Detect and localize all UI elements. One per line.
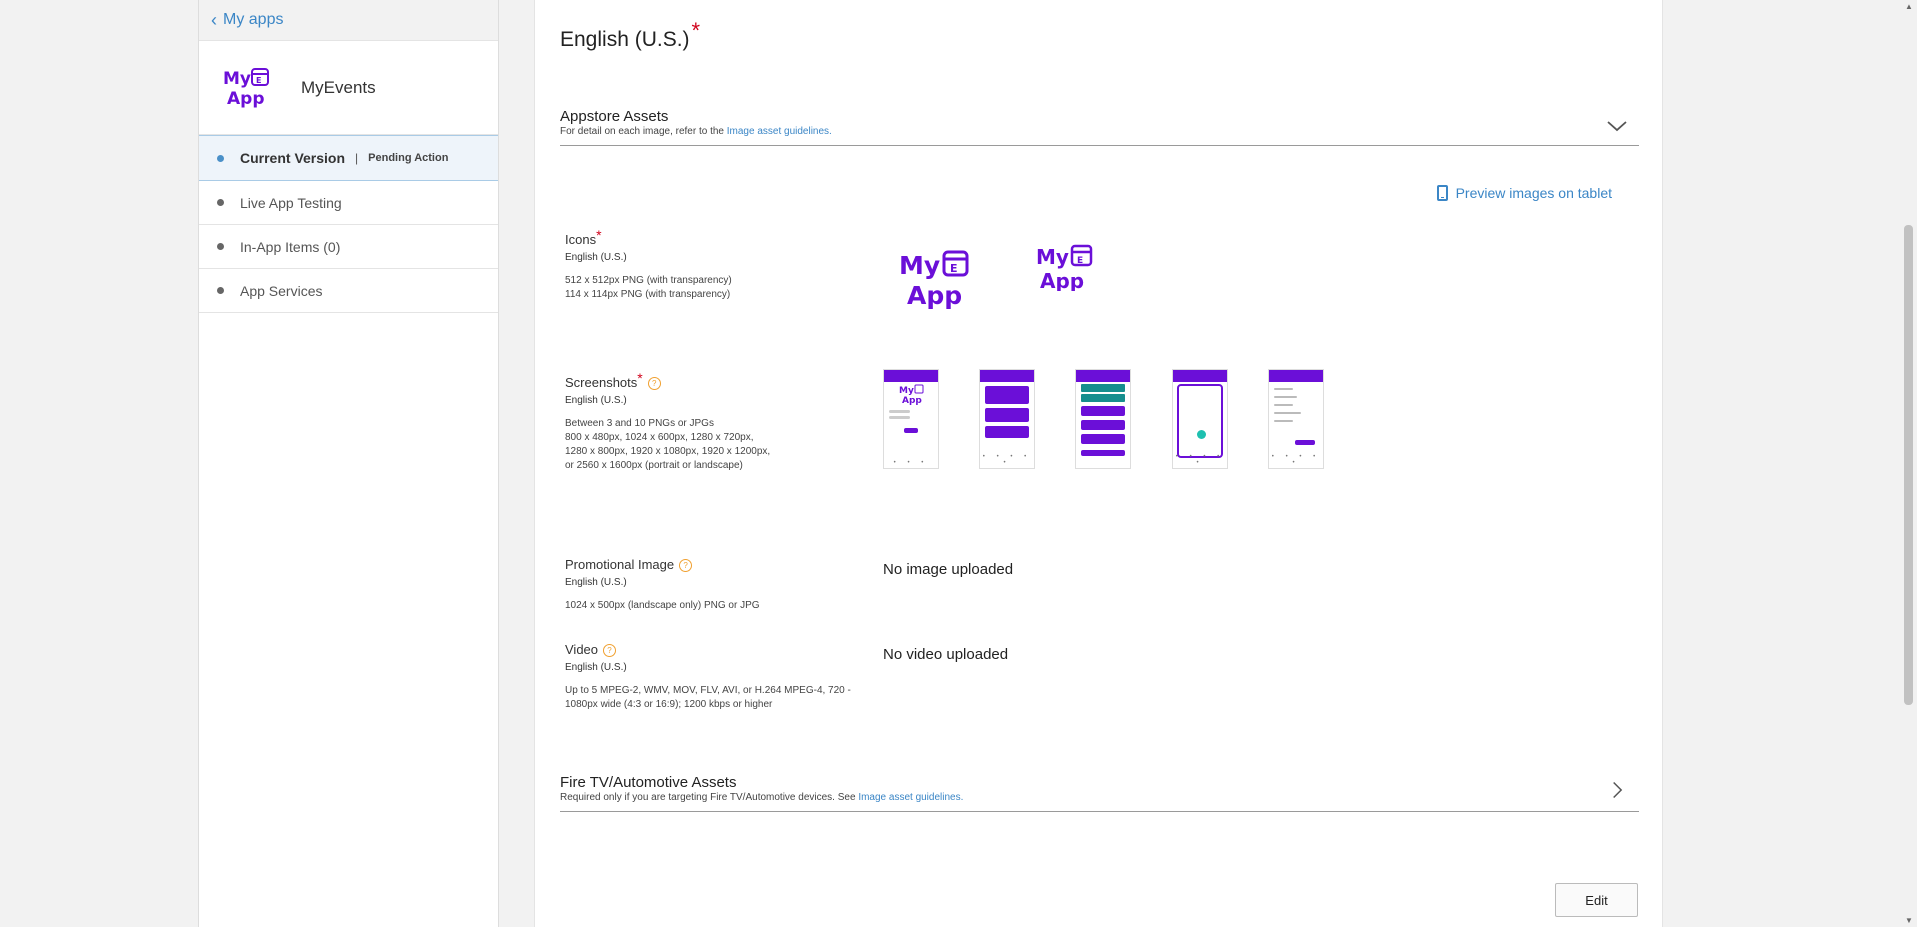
section-description: Required only if you are targeting Fire …	[560, 792, 1639, 803]
preview-link-label: Preview images on tablet	[1455, 185, 1612, 201]
asset-spec: Up to 5 MPEG-2, WMV, MOV, FLV, AVI, or H…	[565, 684, 865, 712]
back-label: My apps	[223, 11, 284, 28]
image-asset-guidelines-link[interactable]: Image asset guidelines.	[727, 126, 832, 137]
section-title: Fire TV/Automotive Assets	[560, 774, 737, 791]
description-text: Required only if you are targeting Fire …	[560, 792, 856, 803]
asset-name-text: Promotional Image	[565, 557, 675, 572]
no-video-message: No video uploaded	[883, 646, 1009, 663]
screenshot-thumbnail[interactable]: • • • • •	[1268, 369, 1324, 469]
section-description: For detail on each image, refer to the I…	[560, 126, 1639, 137]
asset-name: Promotional Image?	[565, 557, 865, 573]
image-asset-guidelines-link[interactable]: Image asset guidelines.	[858, 792, 963, 803]
asset-language: English (U.S.)	[565, 252, 627, 263]
spec-line: or 2560 x 1600px (portrait or landscape)	[565, 460, 743, 472]
scrollbar[interactable]: ▲ ▼	[1900, 0, 1917, 927]
back-to-my-apps-link[interactable]: ‹ My apps	[199, 0, 498, 41]
asset-name: Screenshots*?	[565, 370, 865, 391]
asset-language: English (U.S.)	[565, 577, 627, 589]
sidebar-item-current-version[interactable]: Current Version | Pending Action	[199, 135, 498, 181]
required-marker: *	[596, 227, 602, 243]
spec-line: Up to 5 MPEG-2, WMV, MOV, FLV, AVI, or H…	[565, 685, 851, 697]
scroll-up-icon[interactable]: ▲	[1905, 2, 1913, 11]
asset-name: Icons*	[565, 227, 865, 247]
spec-line: 1280 x 800px, 1920 x 1080px, 1920 x 1200…	[565, 446, 771, 458]
spec-line: 512 x 512px PNG (with transparency)	[565, 275, 732, 286]
asset-name-text: Video	[565, 642, 599, 657]
asset-language: English (U.S.)	[565, 662, 627, 674]
status-label: Pending Action	[368, 152, 449, 164]
screenshot-thumbnail[interactable]	[1075, 369, 1131, 469]
sidebar: ‹ My apps My E App MyEvents Current Vers…	[198, 0, 499, 927]
sidebar-item-in-app-items[interactable]: In-App Items (0)	[199, 225, 498, 269]
screenshots-row: Screenshots*? English (U.S.) Between 3 a…	[565, 370, 865, 473]
large-app-icon[interactable]: My E App	[897, 248, 973, 310]
svg-text:E: E	[256, 76, 261, 85]
video-row: Video? English (U.S.) Up to 5 MPEG-2, WM…	[565, 642, 865, 712]
page-title-text: English (U.S.)	[560, 28, 690, 51]
bullet-dot	[217, 243, 224, 250]
svg-text:My: My	[1036, 245, 1069, 269]
description-text: For detail on each image, refer to the	[560, 126, 724, 137]
app-logo: My E App	[221, 66, 273, 110]
appstore-assets-header[interactable]: Appstore Assets For detail on each image…	[560, 108, 1639, 146]
section-title: Appstore Assets	[560, 108, 669, 125]
no-image-message: No image uploaded	[883, 561, 1014, 578]
svg-text:E: E	[950, 262, 958, 275]
asset-name: Video?	[565, 642, 865, 658]
spec-line: Between 3 and 10 PNGs or JPGs	[565, 418, 714, 430]
required-marker: *	[637, 370, 643, 386]
promotional-image-row: Promotional Image? English (U.S.) 1024 x…	[565, 557, 865, 613]
bullet-dot	[217, 154, 224, 162]
scroll-down-icon[interactable]: ▼	[1905, 916, 1913, 925]
screenshot-thumbnail[interactable]: • • • • •	[979, 369, 1035, 469]
main-panel: English (U.S.)* Appstore Assets For deta…	[534, 0, 1663, 927]
help-icon[interactable]: ?	[603, 644, 617, 658]
asset-language: English (U.S.)	[565, 395, 627, 407]
svg-text:App: App	[902, 396, 922, 406]
help-icon[interactable]: ?	[679, 559, 693, 573]
svg-text:My: My	[223, 69, 251, 89]
screenshot-thumbnail[interactable]: • • • • •	[1172, 369, 1228, 469]
small-app-icon[interactable]: My E App	[1034, 243, 1096, 291]
spec-line: 800 x 480px, 1024 x 600px, 1280 x 720px,	[565, 432, 754, 444]
svg-text:App: App	[1040, 269, 1084, 291]
sidebar-item-live-app-testing[interactable]: Live App Testing	[199, 181, 498, 225]
asset-spec: 512 x 512px PNG (with transparency) 114 …	[565, 274, 865, 302]
edit-button[interactable]: Edit	[1555, 883, 1638, 917]
spec-line: 1080px wide (4:3 or 16:9); 1200 kbps or …	[565, 699, 773, 711]
asset-spec: 1024 x 500px (landscape only) PNG or JPG	[565, 600, 760, 612]
svg-text:App: App	[907, 281, 962, 310]
app-header: My E App MyEvents	[199, 41, 498, 135]
svg-text:App: App	[227, 89, 265, 109]
required-marker: *	[691, 18, 701, 43]
firetv-assets-header[interactable]: Fire TV/Automotive Assets Required only …	[560, 774, 1639, 812]
scrollbar-thumb[interactable]	[1904, 225, 1913, 705]
page-title: English (U.S.)*	[560, 18, 700, 52]
svg-text:My: My	[899, 386, 914, 396]
asset-name-text: Screenshots	[565, 375, 638, 390]
separator: |	[355, 151, 359, 165]
help-icon[interactable]: ?	[647, 377, 661, 391]
sidebar-item-label: Current Version	[240, 150, 346, 166]
sidebar-item-app-services[interactable]: App Services	[199, 269, 498, 313]
svg-text:E: E	[1077, 256, 1083, 266]
screenshot-thumbnail[interactable]: My App • • •	[883, 369, 939, 469]
chevron-down-icon[interactable]	[1605, 116, 1629, 136]
sidebar-item-label: In-App Items (0)	[240, 238, 341, 255]
sidebar-item-label: App Services	[240, 282, 323, 299]
chevron-left-icon: ‹	[211, 10, 217, 30]
tablet-icon	[1436, 185, 1448, 201]
svg-text:My: My	[899, 251, 940, 280]
icons-row: Icons* English (U.S.) 512 x 512px PNG (w…	[565, 227, 865, 302]
asset-name-text: Icons	[565, 232, 597, 247]
chevron-right-icon[interactable]	[1605, 780, 1629, 800]
spec-line: 114 x 114px PNG (with transparency)	[565, 289, 731, 300]
sidebar-item-label: Live App Testing	[240, 194, 342, 211]
app-name: MyEvents	[301, 77, 376, 97]
bullet-dot	[217, 199, 224, 206]
preview-on-tablet-link[interactable]: Preview images on tablet	[1436, 185, 1612, 201]
bullet-dot	[217, 287, 224, 294]
asset-spec: Between 3 and 10 PNGs or JPGs 800 x 480p…	[565, 417, 865, 473]
